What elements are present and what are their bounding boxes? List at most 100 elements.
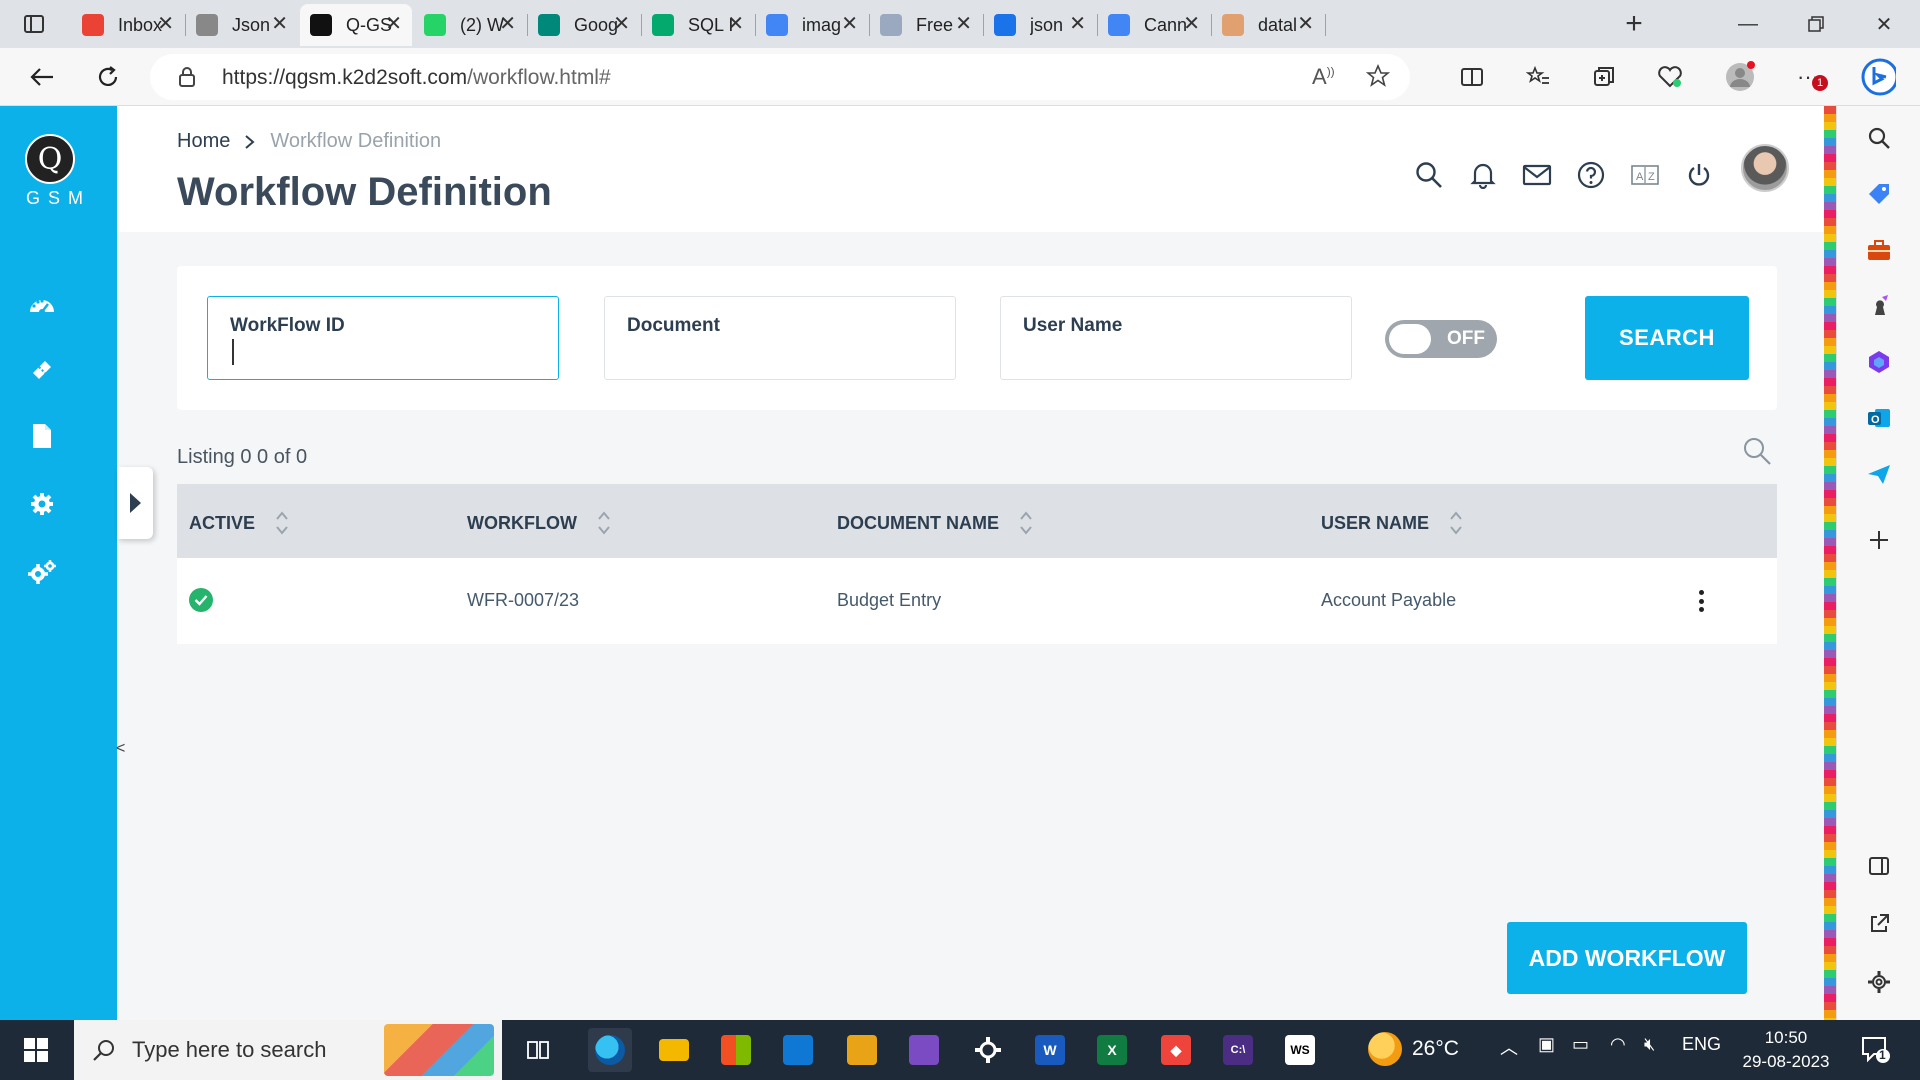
row-actions-kebab-icon[interactable] bbox=[1695, 586, 1707, 616]
edge-search-icon[interactable] bbox=[1861, 120, 1897, 156]
browser-tab[interactable]: Free ✕ bbox=[870, 4, 982, 46]
profile-icon[interactable] bbox=[1722, 59, 1758, 95]
close-tab-icon[interactable]: ✕ bbox=[1183, 14, 1200, 34]
document-field[interactable]: Document bbox=[604, 296, 956, 380]
add-workflow-button[interactable]: ADD WORKFLOW bbox=[1507, 922, 1747, 994]
favorites-icon[interactable] bbox=[1520, 59, 1556, 95]
close-tab-icon[interactable]: ✕ bbox=[841, 14, 858, 34]
hide-sidebar-icon[interactable] bbox=[1861, 848, 1897, 884]
tools-icon[interactable] bbox=[1861, 232, 1897, 268]
favorite-star-icon[interactable] bbox=[1366, 64, 1390, 88]
bing-copilot-icon[interactable] bbox=[1860, 58, 1896, 96]
multi-settings-icon[interactable] bbox=[26, 556, 58, 588]
windows-start-icon[interactable] bbox=[14, 1032, 58, 1068]
help-icon[interactable] bbox=[1574, 158, 1608, 192]
tray-chevron-icon[interactable]: ︿ bbox=[1500, 1034, 1518, 1060]
dashboard-icon[interactable] bbox=[26, 288, 58, 320]
browser-tab[interactable]: (2) W ✕ bbox=[414, 4, 526, 46]
browser-tab[interactable]: SQL I ✕ bbox=[642, 4, 754, 46]
split-screen-icon[interactable] bbox=[1454, 59, 1490, 95]
column-header-user-name[interactable]: USER NAME bbox=[1321, 510, 1463, 536]
browser-tab[interactable]: Goog ✕ bbox=[528, 4, 640, 46]
browser-tab[interactable]: Q-GS ✕ bbox=[300, 4, 412, 46]
close-tab-icon[interactable]: ✕ bbox=[157, 14, 174, 34]
task-view-icon[interactable] bbox=[516, 1028, 560, 1072]
search-button[interactable]: SEARCH bbox=[1585, 296, 1749, 380]
close-tab-icon[interactable]: ✕ bbox=[1069, 14, 1086, 34]
column-header-workflow[interactable]: WORKFLOW bbox=[467, 510, 611, 536]
browser-essentials-icon[interactable] bbox=[1652, 59, 1688, 95]
translate-icon[interactable]: AZ bbox=[1628, 158, 1662, 192]
user-avatar[interactable] bbox=[1741, 144, 1789, 192]
microsoft-store-icon[interactable] bbox=[714, 1028, 758, 1072]
user-name-field[interactable]: User Name bbox=[1000, 296, 1352, 380]
browser-tab[interactable]: Json ✕ bbox=[186, 4, 298, 46]
back-button[interactable] bbox=[24, 59, 60, 95]
taskbar-search-box[interactable]: Type here to search bbox=[74, 1020, 502, 1080]
panel-expand-tab[interactable] bbox=[117, 467, 153, 539]
notifications-icon[interactable]: 1 bbox=[1860, 1034, 1892, 1066]
shopping-tag-icon[interactable] bbox=[1861, 176, 1897, 212]
document-icon[interactable] bbox=[26, 420, 58, 452]
workflow-id-input[interactable] bbox=[230, 341, 530, 367]
close-tab-icon[interactable]: ✕ bbox=[385, 14, 402, 34]
terminal-icon[interactable]: C:\ bbox=[1216, 1028, 1260, 1072]
file-explorer-icon[interactable] bbox=[652, 1028, 696, 1072]
language-indicator[interactable]: ENG bbox=[1682, 1034, 1721, 1055]
ticket-icon[interactable] bbox=[26, 354, 58, 386]
refresh-button[interactable] bbox=[90, 59, 126, 95]
workflow-id-field[interactable]: WorkFlow ID bbox=[207, 296, 559, 380]
new-tab-button[interactable]: + bbox=[1616, 6, 1652, 42]
wifi-icon[interactable]: ◠ bbox=[1610, 1034, 1626, 1055]
taskbar-clock[interactable]: 10:50 29-08-2023 bbox=[1740, 1026, 1832, 1074]
settings-icon[interactable] bbox=[26, 488, 58, 520]
lock-icon[interactable] bbox=[178, 66, 196, 88]
webstorm-icon[interactable]: WS bbox=[1278, 1028, 1322, 1072]
column-header-active[interactable]: ACTIVE bbox=[189, 510, 289, 536]
browser-tab[interactable]: datal ✕ bbox=[1212, 4, 1324, 46]
read-aloud-icon[interactable]: A)) bbox=[1312, 64, 1335, 90]
close-tab-icon[interactable]: ✕ bbox=[955, 14, 972, 34]
sidebar-collapse-toggle[interactable]: < bbox=[116, 740, 125, 758]
edge-taskbar-icon[interactable] bbox=[588, 1028, 632, 1072]
settings-app-icon[interactable] bbox=[966, 1028, 1010, 1072]
close-tab-icon[interactable]: ✕ bbox=[613, 14, 630, 34]
qgsm-logo[interactable]: Q GSM bbox=[20, 134, 83, 214]
column-header-document-name[interactable]: DOCUMENT NAME bbox=[837, 510, 1033, 536]
active-toggle-switch[interactable]: OFF bbox=[1385, 320, 1497, 358]
browser-tab[interactable]: Inbox ✕ bbox=[72, 4, 184, 46]
weather-widget[interactable]: 26°C bbox=[1368, 1032, 1459, 1066]
tab-actions-icon[interactable] bbox=[16, 6, 52, 42]
restore-button[interactable] bbox=[1786, 2, 1846, 46]
meet-icon[interactable]: ▣ bbox=[1538, 1034, 1555, 1055]
list-search-icon[interactable] bbox=[1742, 436, 1776, 470]
close-tab-icon[interactable]: ✕ bbox=[1297, 14, 1314, 34]
minimize-button[interactable]: — bbox=[1718, 2, 1778, 46]
table-row[interactable]: WFR-0007/23 Budget Entry Account Payable bbox=[177, 558, 1777, 644]
excel-icon[interactable]: X bbox=[1090, 1028, 1134, 1072]
close-window-button[interactable]: ✕ bbox=[1854, 2, 1914, 46]
close-tab-icon[interactable]: ✕ bbox=[727, 14, 744, 34]
add-sidebar-icon[interactable] bbox=[1861, 522, 1897, 558]
visual-studio-icon[interactable] bbox=[902, 1028, 946, 1072]
user-name-input[interactable] bbox=[1023, 341, 1323, 367]
mail-icon[interactable] bbox=[1520, 158, 1554, 192]
breadcrumb-home[interactable]: Home bbox=[177, 130, 230, 153]
close-tab-icon[interactable]: ✕ bbox=[271, 14, 288, 34]
anydesk-icon[interactable]: ◆ bbox=[1154, 1028, 1198, 1072]
battery-icon[interactable]: ▭ bbox=[1572, 1034, 1589, 1055]
external-link-icon[interactable] bbox=[1861, 906, 1897, 942]
close-tab-icon[interactable]: ✕ bbox=[499, 14, 516, 34]
microsoft-365-icon[interactable] bbox=[1861, 344, 1897, 380]
search-icon[interactable] bbox=[1412, 158, 1446, 192]
browser-tab[interactable]: imag ✕ bbox=[756, 4, 868, 46]
collections-icon[interactable] bbox=[1586, 59, 1622, 95]
browser-tab[interactable]: json ✕ bbox=[984, 4, 1096, 46]
sidebar-settings-icon[interactable] bbox=[1861, 964, 1897, 1000]
power-icon[interactable] bbox=[1682, 158, 1716, 192]
settings-more-icon[interactable]: ··· 1 bbox=[1790, 59, 1828, 95]
mail-app-icon[interactable] bbox=[776, 1028, 820, 1072]
games-icon[interactable] bbox=[1861, 288, 1897, 324]
address-bar[interactable]: https://qgsm.k2d2soft.com/workflow.html#… bbox=[150, 54, 1410, 100]
sql-tool-icon[interactable] bbox=[840, 1028, 884, 1072]
